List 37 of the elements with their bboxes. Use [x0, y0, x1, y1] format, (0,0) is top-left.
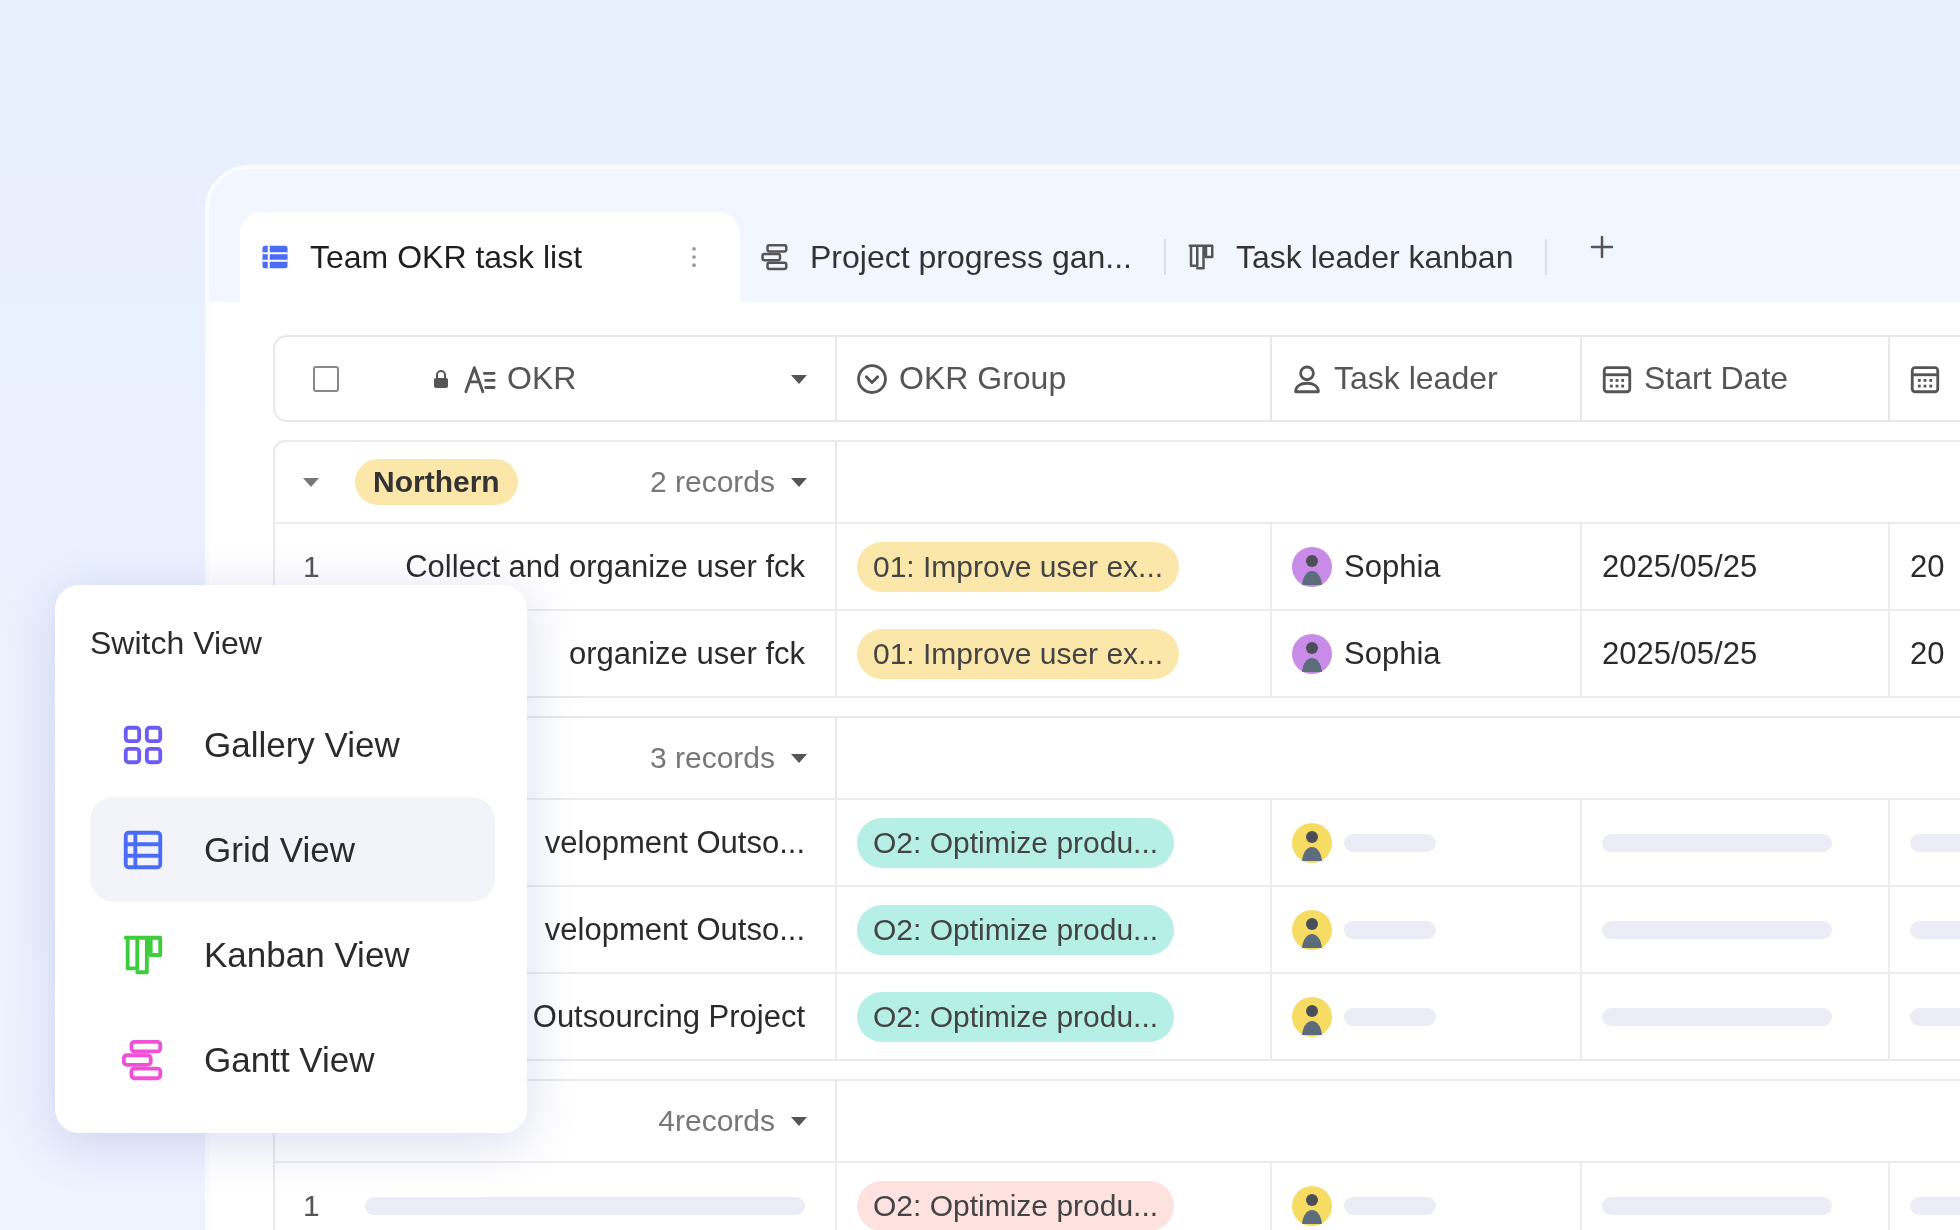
record-count[interactable]: 4records [658, 1104, 775, 1138]
okr-tag: O2: Optimize produ... [857, 817, 1175, 868]
record-count[interactable]: 3 records [649, 741, 775, 775]
column-header[interactable]: Start Date [1644, 360, 1789, 397]
table-cell: Sophia [1344, 548, 1441, 585]
view-tab[interactable]: Project progress gan... [740, 212, 1164, 302]
table-cell: Sophia [1344, 635, 1441, 672]
view-tab[interactable]: Task leader kanban [1165, 212, 1546, 302]
table-cell: 20 [1910, 548, 1945, 585]
okr-tag: 01: Improve user ex... [857, 541, 1180, 592]
view-tab[interactable]: Team OKR task list [240, 212, 740, 302]
table-cell: 2025/05/25 [1602, 635, 1758, 672]
checkbox[interactable] [313, 365, 339, 392]
okr-tag: O2: Optimize produ... [857, 991, 1175, 1042]
row-number: 1 [303, 549, 321, 584]
row-number: 1 [303, 1188, 321, 1223]
column-header[interactable]: Task leader [1334, 360, 1498, 397]
okr-tag: 01: Improve user ex... [857, 628, 1180, 679]
table-cell-text: Outsourcing Project [531, 998, 805, 1035]
menu-item[interactable]: Kanban View [90, 902, 495, 1007]
table-cell-text: velopment Outso... [543, 911, 805, 948]
menu-item[interactable]: Grid View [90, 797, 495, 902]
menu-item[interactable]: Gallery View [90, 692, 495, 797]
menu-item[interactable]: Gantt View [90, 1007, 495, 1112]
table-cell-text: Collect and organize user fck [404, 548, 805, 585]
menu-title: Switch View [90, 625, 263, 662]
table-cell-text: organize user fck [567, 635, 805, 672]
column-header[interactable]: OKR Group [899, 360, 1067, 397]
table-cell: 20 [1910, 635, 1945, 672]
record-count[interactable]: 2 records [649, 465, 775, 499]
okr-tag: O2: Optimize produ... [857, 904, 1175, 955]
circle-check-icon [855, 361, 889, 396]
column-header[interactable]: OKR [507, 360, 577, 397]
group-tag: Northern [355, 459, 518, 505]
gantt-icon [760, 242, 790, 272]
okr-tag: O2: Optimize produ... [857, 1180, 1175, 1230]
table-cell: 2025/05/25 [1602, 548, 1758, 585]
